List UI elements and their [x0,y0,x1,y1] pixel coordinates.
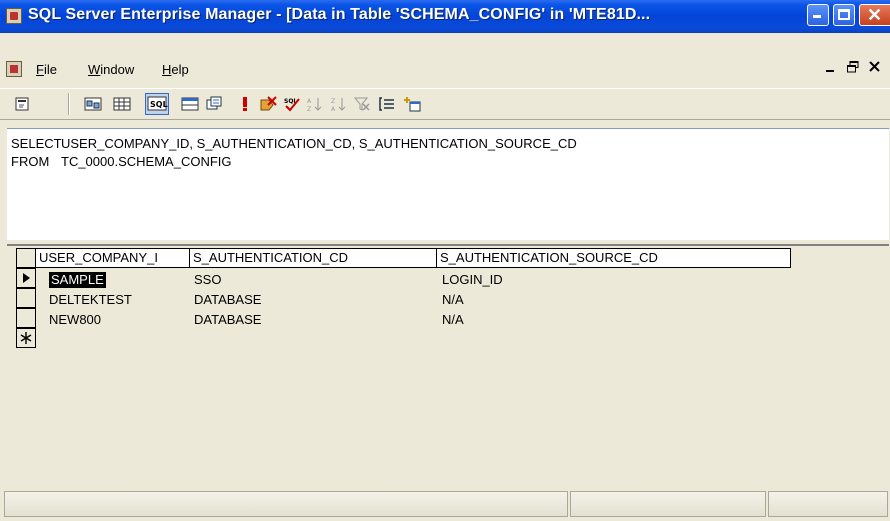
sort-ascending-button[interactable]: AZ [306,96,324,113]
change-query-type-icon [206,96,222,110]
status-pane [768,491,888,517]
show-diagram-pane-button[interactable] [84,96,102,112]
sql-select-columns: USER_COMPANY_ID, S_AUTHENTICATION_CD, S_… [61,136,577,151]
verify-sql-icon: SQL [284,98,300,112]
run-button[interactable] [236,96,254,112]
sql-select-keyword: SELECT [11,136,62,151]
column-header-s-authentication-source-cd[interactable]: S_AUTHENTICATION_SOURCE_CD [436,248,791,268]
sql-from-line: FROM TC_0000.SCHEMA_CONFIG [11,154,232,169]
column-header-label: S_AUTHENTICATION_SOURCE_CD [440,250,658,265]
maximize-icon [838,9,850,20]
add-table-button[interactable] [403,96,421,112]
column-header-s-authentication-cd[interactable]: S_AUTHENTICATION_CD [189,248,437,268]
sql-from-table: TC_0000.SCHEMA_CONFIG [61,154,232,169]
close-button[interactable]: ✕ [859,4,890,26]
column-header-user-company-id[interactable]: USER_COMPANY_I [36,248,190,268]
mdi-child-icon[interactable] [6,61,22,77]
sort-descending-button[interactable]: ZA [330,96,348,113]
menu-help[interactable]: Help [162,62,189,77]
properties-button[interactable] [14,96,32,112]
status-pane [570,491,766,517]
show-grid-pane-button[interactable] [113,96,131,112]
row-selector-new[interactable] [16,328,36,348]
grid-corner [16,248,36,268]
run-icon [243,97,247,111]
cell-value: SAMPLE [51,272,104,287]
show-grid-pane-icon [113,97,131,111]
svg-text:Z: Z [307,106,311,112]
cell-value: SSO [194,272,222,287]
grid-cell-user-company-id[interactable]: SAMPLE [49,272,106,288]
cell-value: LOGIN_ID [442,272,503,287]
column-header-label: USER_COMPANY_I [39,250,158,265]
show-results-pane-icon [181,97,199,111]
close-icon: ✕ [867,5,883,25]
toolbar-separator [68,93,70,115]
grid-cell-s-authentication-source-cd[interactable]: LOGIN_ID [442,270,503,290]
cancel-query-icon [260,96,277,111]
cell-value: N/A [442,312,464,327]
grid-cell-s-authentication-source-cd[interactable]: N/A [442,310,464,330]
row-selector[interactable] [16,308,36,328]
column-header-label: S_AUTHENTICATION_CD [193,250,349,265]
sort-descending-icon: ZA [331,98,346,113]
window-title: SQL Server Enterprise Manager - [Data in… [28,6,651,23]
status-pane [4,491,568,517]
enterprise-manager-icon[interactable] [6,8,22,24]
cell-value: DATABASE [194,292,262,307]
grid-cell-s-authentication-cd[interactable]: DATABASE [194,310,261,330]
svg-text:SQL: SQL [150,100,168,109]
show-sql-pane-icon: SQL [147,96,168,111]
menu-window[interactable]: Window [88,62,134,77]
remove-filter-button[interactable] [353,96,371,112]
cell-value: NEW800 [49,312,102,327]
sql-from-keyword: FROM [11,154,50,169]
svg-text:Z: Z [331,98,335,105]
show-results-pane-button[interactable] [181,96,199,112]
minimize-button[interactable] [807,4,829,26]
remove-filter-icon [353,97,370,111]
restore-icon [847,61,859,73]
add-table-icon [404,97,421,112]
grid-left-gutter [8,248,16,348]
sql-select-line: SELECTUSER_COMPANY_ID, S_AUTHENTICATION_… [11,136,577,151]
cancel-query-button[interactable] [259,96,277,112]
group-by-button[interactable] [378,96,396,112]
title-bar[interactable]: SQL Server Enterprise Manager - [Data in… [0,0,890,33]
change-query-type-button[interactable] [205,96,223,112]
menu-file[interactable]: File [36,62,57,77]
cell-value: N/A [442,292,464,307]
grid-cell-s-authentication-source-cd[interactable]: N/A [442,290,464,310]
close-icon [869,61,880,72]
mdi-restore-button[interactable] [844,61,862,78]
minimize-icon [813,15,821,18]
menu-help-label: Help [162,62,189,77]
mdi-close-button[interactable] [866,61,884,78]
grid-cell-user-company-id[interactable]: NEW800 [49,310,101,330]
grid-cell-user-company-id[interactable]: DELTEKTEST [49,290,132,310]
menu-window-label: Window [88,62,135,77]
minimize-icon [826,70,834,72]
cell-value: DELTEKTEST [49,292,132,307]
row-selector[interactable] [16,288,36,308]
current-row-arrow-icon [23,273,30,283]
new-row-asterisk-icon [20,332,32,344]
cell-value: DATABASE [194,312,262,327]
toolbar [0,88,890,120]
maximize-button[interactable] [833,4,855,26]
mdi-minimize-button[interactable] [822,61,840,78]
menu-file-label: File [36,62,57,77]
row-selector-current[interactable] [16,268,36,288]
svg-text:A: A [307,98,312,105]
grid-cell-s-authentication-cd[interactable]: SSO [194,270,221,290]
sql-pane[interactable]: SELECTUSER_COMPANY_ID, S_AUTHENTICATION_… [7,128,889,240]
svg-text:A: A [331,106,336,112]
show-sql-pane-button[interactable]: SQL [145,93,169,115]
properties-icon [15,97,29,111]
group-by-icon [379,97,394,111]
grid-cell-s-authentication-cd[interactable]: DATABASE [194,290,261,310]
show-diagram-pane-icon [84,97,102,111]
sort-ascending-icon: AZ [307,98,322,113]
verify-sql-button[interactable]: SQL [283,96,301,112]
